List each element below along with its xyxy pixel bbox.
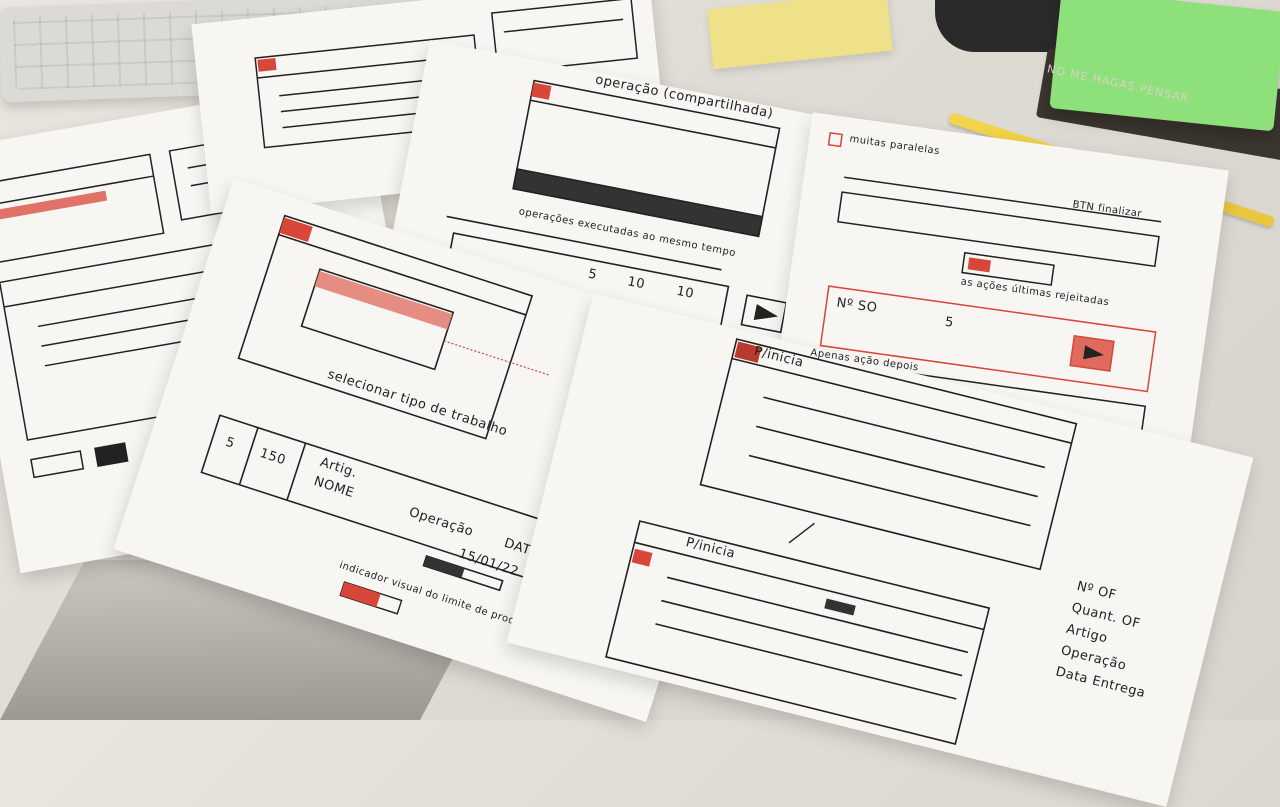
center-number-3: 10 bbox=[675, 283, 696, 302]
sticky-notes bbox=[707, 0, 893, 70]
center-number-2: 10 bbox=[626, 274, 647, 293]
